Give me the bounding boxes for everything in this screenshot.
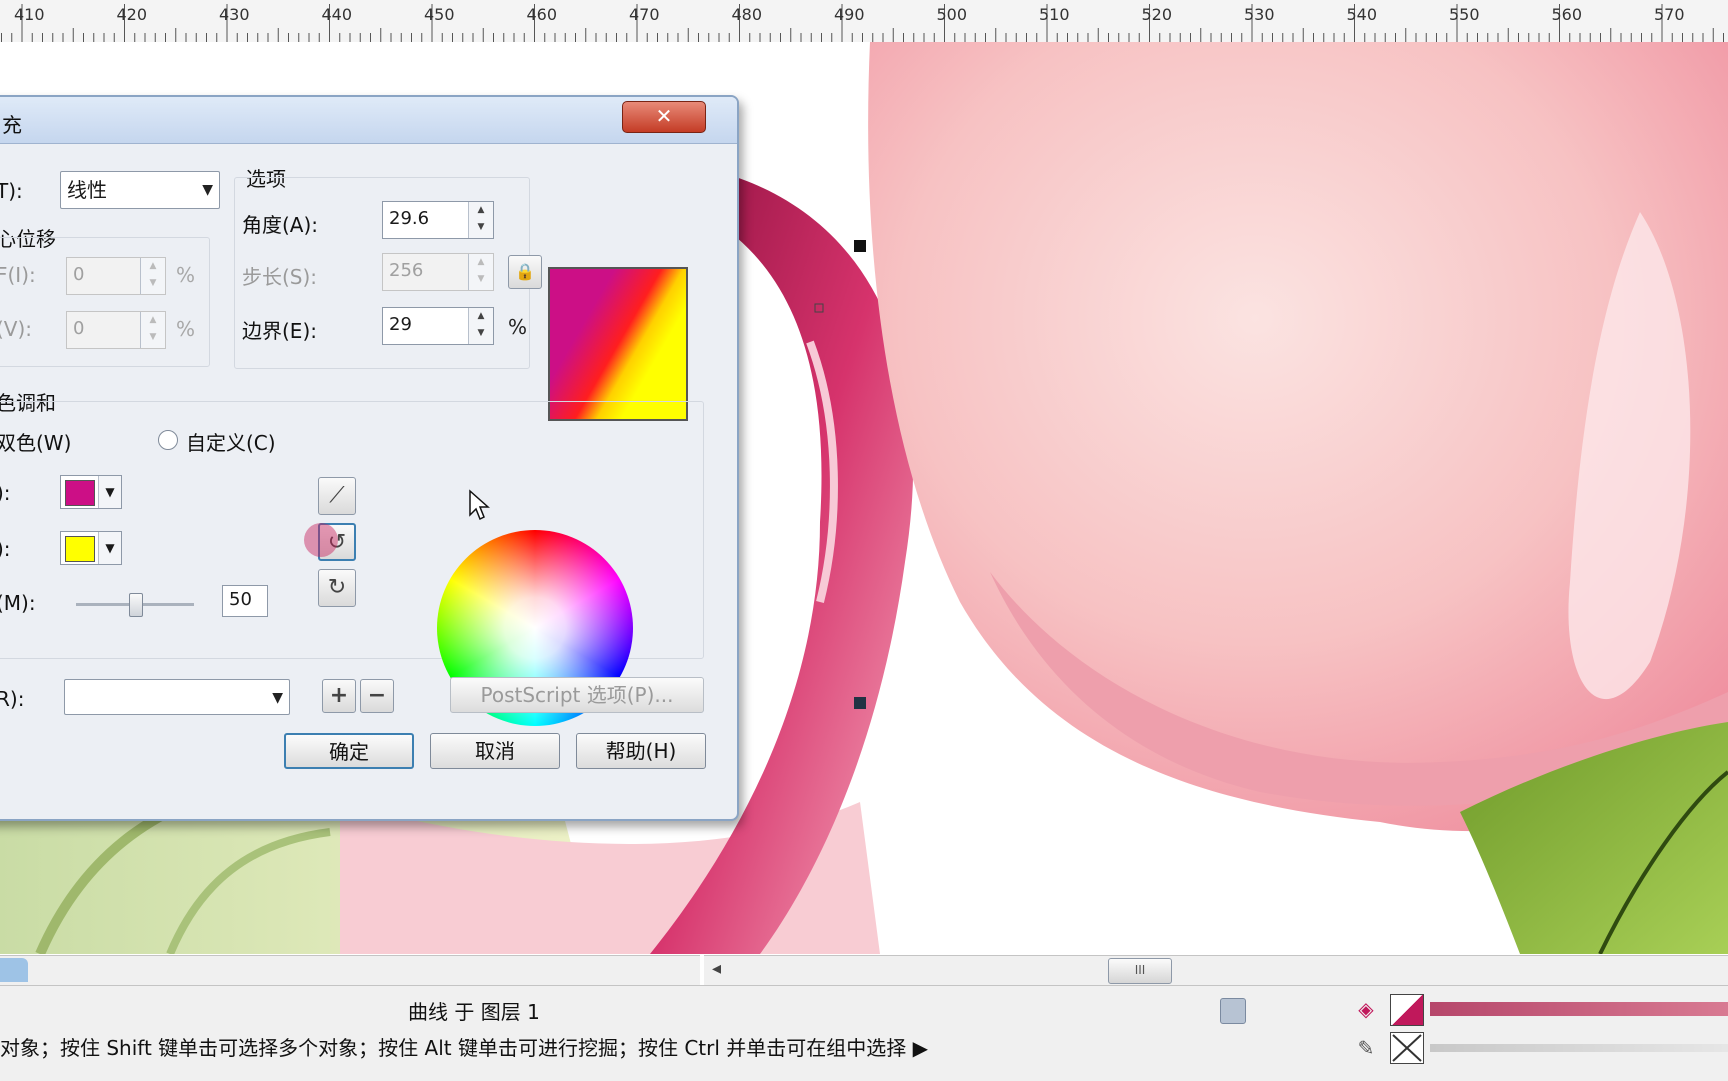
ruler-label: 450 — [424, 5, 455, 24]
chevron-down-icon: ▼ — [98, 532, 121, 564]
ruler-label: 460 — [526, 5, 558, 24]
horizontal-scrollbar[interactable]: ◂ III — [704, 955, 1728, 985]
gradient-preview[interactable] — [548, 267, 688, 421]
spin-arrows-icon[interactable]: ▲ ▼ — [468, 202, 493, 238]
steps-value: 256 — [389, 260, 424, 281]
fountain-fill-dialog[interactable]: 充 ✕ T): 线性 ▼ 心位移 F(I): 0 ▲▼ % (V): 0 ▲▼ … — [0, 95, 739, 821]
horizontal-offset-value: 0 — [73, 264, 85, 285]
click-highlight — [304, 523, 338, 557]
cancel-button[interactable]: 取消 — [430, 733, 560, 769]
vertical-offset-value: 0 — [73, 318, 85, 339]
spin-arrows-icon[interactable]: ▲ ▼ — [468, 254, 493, 290]
ruler-label: 430 — [219, 5, 250, 24]
percent-sign: % — [176, 317, 196, 341]
dialog-title: 充 — [2, 113, 22, 137]
mid-point-input[interactable]: 50 — [222, 585, 268, 617]
type-select[interactable]: 线性 ▼ — [60, 171, 220, 209]
custom-option-label: 自定义(C) — [186, 431, 276, 455]
scroll-thumb[interactable]: III — [1108, 958, 1172, 984]
percent-sign: % — [176, 263, 196, 287]
selection-handle-bottom — [854, 697, 866, 709]
remove-preset-icon[interactable]: − — [360, 679, 394, 713]
angle-label: 角度(A): — [242, 213, 319, 237]
dialog-titlebar[interactable]: 充 ✕ — [0, 97, 737, 144]
to-color-picker[interactable]: ▼ — [60, 531, 122, 565]
page-tab-scrollbar[interactable] — [0, 955, 700, 985]
from-color-label: ): — [0, 481, 11, 505]
snap-icon[interactable] — [1220, 998, 1246, 1024]
from-color-swatch — [65, 480, 95, 506]
lock-icon[interactable]: 🔒 — [508, 255, 542, 289]
ruler-label: 530 — [1244, 5, 1275, 24]
ruler-label: 490 — [834, 5, 865, 24]
horizontal-offset-input[interactable]: 0 ▲ ▼ — [66, 257, 166, 295]
from-color-picker[interactable]: ▼ — [60, 475, 122, 509]
spin-arrows-icon[interactable]: ▲ ▼ — [468, 308, 493, 344]
ruler-label: 440 — [321, 5, 353, 24]
angle-input[interactable]: 29.6 ▲ ▼ — [382, 201, 494, 239]
status-bar: 曲线 于 图层 1 对象；按住 Shift 键单击可选择多个对象；按住 Alt … — [0, 985, 1728, 1081]
spin-arrows-icon[interactable]: ▲ ▼ — [140, 258, 165, 294]
ruler-label: 540 — [1346, 5, 1378, 24]
no-outline-cross — [1392, 1034, 1422, 1062]
tool-hint-text: 对象；按住 Shift 键单击可选择多个对象；按住 Alt 键单击可进行挖掘；按… — [0, 1036, 929, 1060]
chevron-down-icon: ▼ — [202, 182, 213, 198]
help-button[interactable]: 帮助(H) — [576, 733, 706, 769]
ruler-label: 500 — [936, 5, 968, 24]
ruler-label: 570 — [1654, 5, 1685, 24]
spin-arrows-icon[interactable]: ▲ ▼ — [140, 312, 165, 348]
scroll-left-icon[interactable]: ◂ — [712, 958, 721, 979]
ok-button[interactable]: 确定 — [284, 733, 414, 769]
mid-point-value: 50 — [229, 589, 252, 610]
ruler-label: 470 — [629, 5, 660, 24]
layer-status-text: 曲线 于 图层 1 — [408, 1000, 540, 1024]
fill-bucket-icon[interactable]: ◈ — [1352, 996, 1380, 1022]
mid-point-slider[interactable] — [76, 591, 194, 621]
edge-pad-input[interactable]: 29 ▲ ▼ — [382, 307, 494, 345]
no-outline-icon[interactable] — [1390, 1032, 1424, 1064]
edge-pad-value: 29 — [389, 314, 412, 335]
mouse-cursor-icon — [469, 489, 490, 521]
close-button[interactable]: ✕ — [622, 101, 706, 133]
direct-blend-icon[interactable]: ⟋ — [318, 477, 356, 515]
outline-pen-icon[interactable]: ✎ — [1352, 1034, 1380, 1062]
to-color-swatch — [65, 536, 95, 562]
ruler-label: 550 — [1449, 5, 1480, 24]
ruler-label: 480 — [731, 5, 763, 24]
ruler-label: 510 — [1039, 5, 1070, 24]
chevron-down-icon: ▼ — [272, 690, 283, 706]
chevron-down-icon: ▼ — [98, 476, 121, 508]
ruler-label: 410 — [14, 5, 45, 24]
mid-point-label: (M): — [0, 591, 36, 615]
type-select-value: 线性 — [67, 178, 107, 202]
percent-sign: % — [508, 315, 528, 339]
selection-handle-top — [854, 240, 866, 252]
horizontal-ruler[interactable]: 410 420 430 440 450 460 470 480 490 500 510 520 530 5… — [0, 0, 1728, 43]
postscript-options-button[interactable]: PostScript 选项(P)... — [450, 677, 704, 713]
two-color-option[interactable]: 双色(W) — [0, 427, 71, 456]
ruler-label: 520 — [1141, 5, 1173, 24]
horizontal-label: F(I): — [0, 263, 36, 287]
scroll-thumb-grip: III — [1134, 963, 1146, 977]
ruler-label: 560 — [1551, 5, 1583, 24]
angle-value: 29.6 — [389, 208, 430, 229]
presets-label: R): — [0, 687, 25, 711]
clockwise-blend-icon[interactable]: ↻ — [318, 569, 356, 607]
vertical-offset-input[interactable]: 0 ▲ ▼ — [66, 311, 166, 349]
type-label: T): — [0, 179, 23, 203]
fill-color-bar — [1430, 1002, 1728, 1016]
page-tab[interactable] — [0, 958, 28, 982]
fill-color-indicator[interactable] — [1390, 994, 1424, 1026]
ruler-label: 420 — [116, 5, 148, 24]
presets-select[interactable]: ▼ — [64, 679, 290, 715]
edge-pad-label: 边界(E): — [242, 319, 317, 343]
steps-label: 步长(S): — [242, 265, 318, 289]
steps-input[interactable]: 256 ▲ ▼ — [382, 253, 494, 291]
to-color-label: ): — [0, 537, 11, 561]
add-preset-icon[interactable]: + — [322, 679, 356, 713]
vertical-label: (V): — [0, 317, 33, 341]
custom-radio[interactable] — [158, 430, 178, 450]
slider-thumb[interactable] — [129, 593, 143, 617]
outline-bar — [1430, 1044, 1728, 1052]
